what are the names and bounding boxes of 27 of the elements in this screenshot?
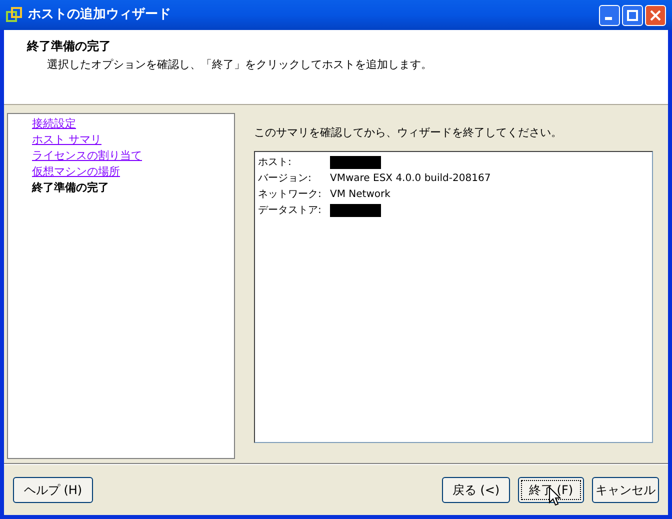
minimize-button[interactable] [599, 4, 620, 26]
summary-value: VMware ESX 4.0.0 build-208167 [330, 172, 491, 186]
summary-value: VM Network [330, 188, 390, 202]
back-button[interactable]: 戻る (<) [442, 476, 510, 502]
help-button[interactable]: ヘルプ (H) [13, 476, 93, 502]
summary-label: ネットワーク: [258, 188, 322, 202]
maximize-icon [627, 10, 638, 20]
step-link[interactable]: 仮想マシンの場所 [32, 164, 234, 180]
maximize-button[interactable] [622, 4, 643, 26]
close-icon [650, 10, 661, 20]
step-link[interactable]: ホスト サマリ [32, 132, 234, 148]
redaction-bar [330, 204, 381, 217]
summary-label: バージョン: [258, 172, 312, 186]
page-title: 終了準備の完了 [27, 38, 112, 55]
window-title: ホストの追加ウィザード [28, 6, 171, 24]
step-link[interactable]: ライセンスの割り当て [32, 148, 234, 164]
app-icon [6, 7, 22, 23]
summary-label: データストア: [258, 204, 322, 218]
step-link[interactable]: 接続設定 [32, 116, 234, 132]
cancel-button[interactable]: キャンセル [592, 476, 659, 502]
redaction-bar [330, 156, 381, 169]
instruction-text: このサマリを確認してから、ウィザードを終了してください。 [254, 125, 563, 141]
close-button[interactable] [645, 4, 666, 26]
minimize-icon [604, 16, 612, 20]
summary-label: ホスト: [258, 156, 292, 170]
current-step: 終了準備の完了 [32, 180, 234, 196]
page-description: 選択したオプションを確認し、「終了」をクリックしてホストを追加します。 [47, 57, 433, 73]
